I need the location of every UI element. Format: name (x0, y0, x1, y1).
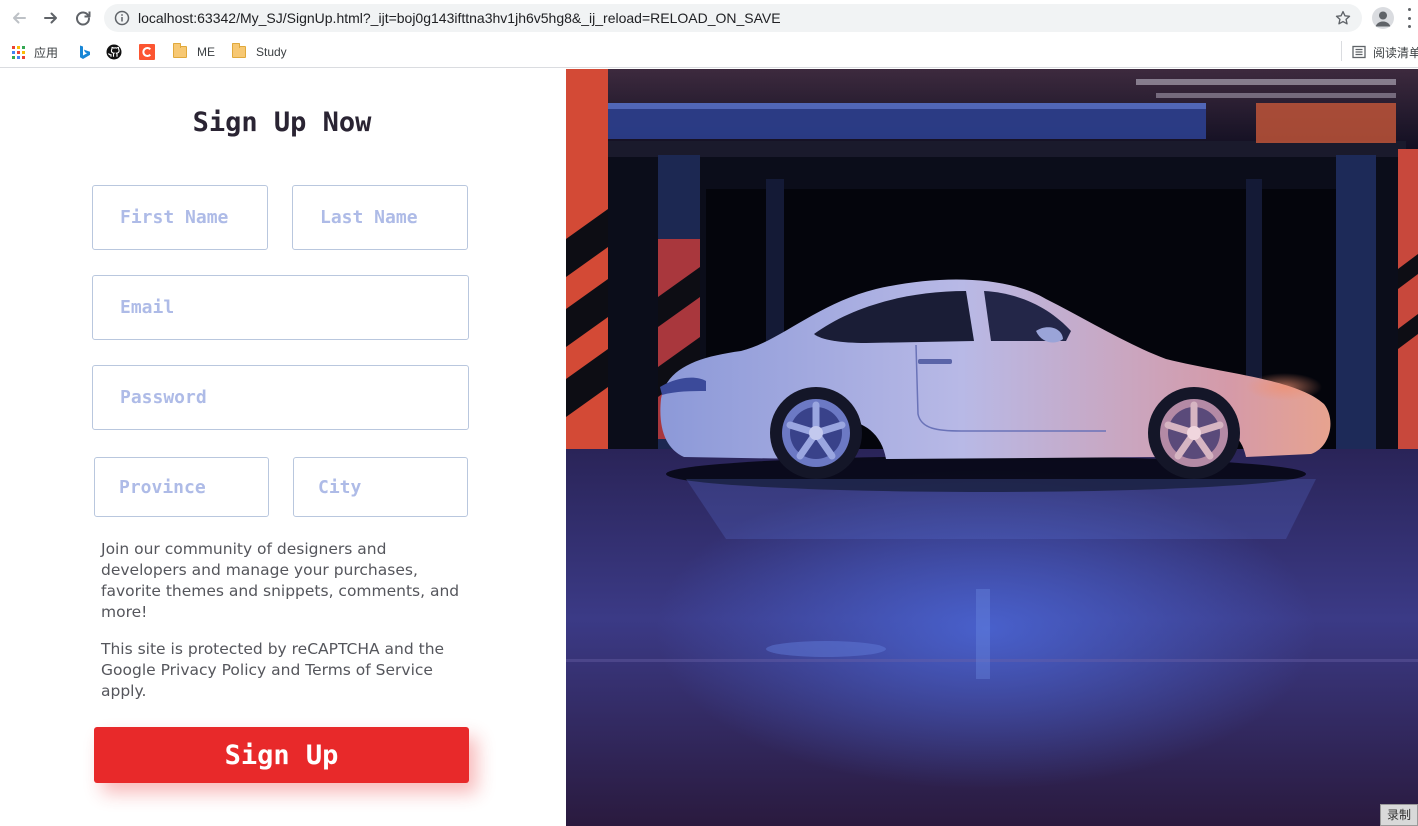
signup-form-panel: Sign Up Now Join our community of design… (0, 69, 566, 826)
bookmark-folder-study[interactable]: Study (232, 42, 287, 62)
last-name-input[interactable] (292, 185, 468, 250)
recording-badge: 录制 (1380, 804, 1418, 826)
front-wheel (1148, 387, 1240, 479)
sign-up-button[interactable]: Sign Up (94, 727, 469, 783)
page-title: Sign Up Now (192, 107, 372, 138)
bookmark-apps[interactable]: 应用 (12, 42, 58, 62)
back-arrow-icon[interactable] (8, 7, 30, 29)
bookmarks-bar: 应用 ME Study 阅读清单 (0, 36, 1418, 68)
bookmark-csdn[interactable] (139, 42, 162, 62)
bookmark-label: 应用 (34, 45, 59, 60)
password-input[interactable] (92, 365, 469, 430)
reading-list[interactable]: 阅读清单 (1352, 42, 1418, 62)
garage-car-illustration (566, 69, 1418, 826)
hero-car-image (566, 69, 1418, 826)
github-icon (106, 44, 122, 60)
reading-list-icon (1352, 45, 1366, 59)
province-input[interactable] (94, 457, 269, 517)
profile-avatar-icon[interactable] (1372, 7, 1394, 29)
email-input[interactable] (92, 275, 469, 340)
browser-toolbar: localhost:63342/My_SJ/SignUp.html?_ijt=b… (0, 0, 1418, 36)
forward-arrow-icon[interactable] (40, 7, 62, 29)
bookmark-bing[interactable] (76, 42, 99, 62)
bookmark-label: Study (256, 45, 287, 59)
bing-icon (80, 45, 90, 59)
reload-icon[interactable] (72, 7, 94, 29)
folder-icon (232, 43, 246, 58)
url-text[interactable]: localhost:63342/My_SJ/SignUp.html?_ijt=b… (138, 4, 781, 32)
recaptcha-notice: This site is protected by reCAPTCHA and … (101, 640, 445, 700)
bookmark-github[interactable] (106, 42, 129, 62)
bookmark-label: ME (197, 45, 215, 59)
bookmark-star-icon[interactable] (1334, 9, 1352, 27)
community-text: Join our community of designers and deve… (101, 540, 460, 621)
bookmarks-divider (1341, 41, 1342, 61)
rear-wheel (770, 387, 862, 479)
reading-list-label: 阅读清单 (1373, 45, 1418, 60)
apps-grid-icon (12, 45, 25, 59)
folder-icon (173, 43, 187, 58)
site-info-icon[interactable] (114, 10, 130, 26)
csdn-icon (139, 44, 155, 60)
browser-menu-icon[interactable] (1404, 8, 1414, 28)
city-input[interactable] (293, 457, 468, 517)
first-name-input[interactable] (92, 185, 268, 250)
bookmark-folder-me[interactable]: ME (173, 42, 215, 62)
address-bar[interactable]: localhost:63342/My_SJ/SignUp.html?_ijt=b… (104, 4, 1362, 32)
